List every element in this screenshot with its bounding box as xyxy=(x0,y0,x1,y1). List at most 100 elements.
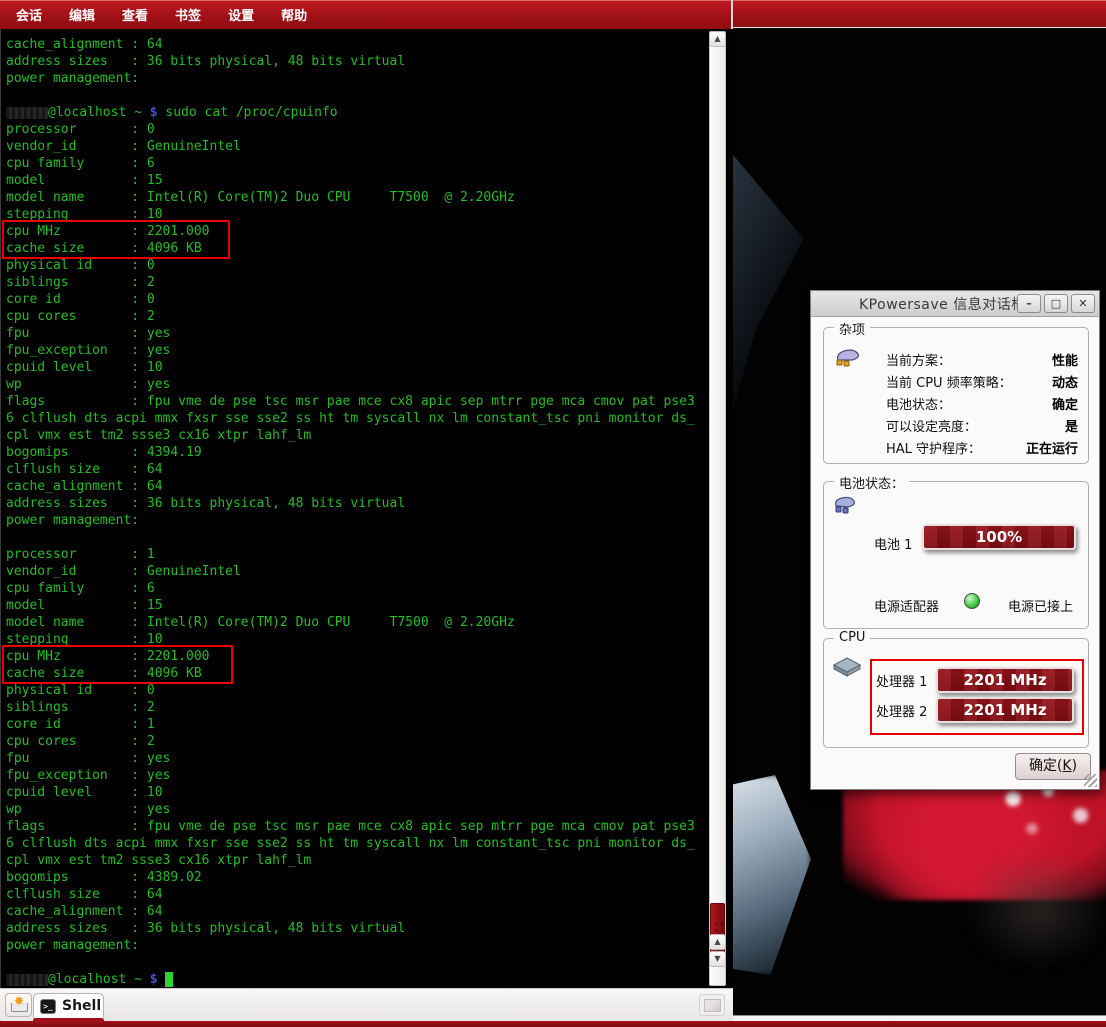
terminal-line: physical id : 0 xyxy=(6,682,704,699)
menu-item[interactable]: 编辑 xyxy=(69,5,95,24)
session-list-button[interactable] xyxy=(699,994,725,1016)
terminal-line: bogomips : 4394.19 xyxy=(6,444,704,461)
terminal-line: siblings : 2 xyxy=(6,699,704,716)
battery-group-title: 电池状态： xyxy=(834,473,909,492)
terminal-line: clflush size : 64 xyxy=(6,461,704,478)
resize-grip[interactable] xyxy=(1084,774,1097,787)
adapter-label: 电源适配器 xyxy=(874,596,939,615)
redacted-username xyxy=(6,974,48,986)
plug-icon xyxy=(832,346,862,370)
info-value: 性能 xyxy=(1052,350,1078,369)
kpowersave-dialog: KPowersave 信息对话框 – □ ✕ 杂项 当前方案：性能当前 CPU … xyxy=(810,290,1100,790)
info-label: 当前 CPU 频率策略： xyxy=(886,372,1012,391)
info-value: 正在运行 xyxy=(1026,438,1078,457)
menu-item[interactable]: 帮助 xyxy=(281,5,307,24)
terminal-line: cpu MHz : 2201.000 xyxy=(6,223,704,240)
ok-button[interactable]: 确定(K) xyxy=(1015,753,1091,780)
info-row: 可以设定亮度：是 xyxy=(886,414,1078,436)
menu-item[interactable]: 查看 xyxy=(122,5,148,24)
terminal-line: cpl vmx est tm2 ssse3 cx16 xtpr lahf_lm xyxy=(6,852,704,869)
scroll-up-icon[interactable]: ▲ xyxy=(709,934,726,950)
terminal-line xyxy=(6,87,704,104)
terminal-scrollbar[interactable]: ▲ ▲ ▼ xyxy=(709,31,726,986)
battery-plug-icon xyxy=(832,494,858,518)
terminal-line: @localhost ~ $ xyxy=(6,971,704,988)
terminal-line: clflush size : 64 xyxy=(6,886,704,903)
terminal-line: flags : fpu vme de pse tsc msr pae mce c… xyxy=(6,818,704,835)
terminal-line: @localhost ~ $ sudo cat /proc/cpuinfo xyxy=(6,104,704,121)
cpu-row: 处理器 22201 MHz xyxy=(876,695,1074,725)
menu-bar: 会话 编辑 查看 书签 设置 帮助 xyxy=(0,0,731,29)
close-button[interactable]: ✕ xyxy=(1071,294,1095,313)
info-label: 可以设定亮度： xyxy=(886,416,977,435)
terminal-line: cpu cores : 2 xyxy=(6,733,704,750)
menu-item[interactable]: 会话 xyxy=(16,5,42,24)
video-shape-slate xyxy=(733,143,818,443)
terminal-line: fpu : yes xyxy=(6,750,704,767)
terminal-line: fpu_exception : yes xyxy=(6,342,704,359)
terminal-line: model : 15 xyxy=(6,172,704,189)
terminal-line: cpu family : 6 xyxy=(6,155,704,172)
terminal-line: cpuid level : 10 xyxy=(6,359,704,376)
adapter-status: 电源已接上 xyxy=(1008,596,1073,615)
terminal-line: model name : Intel(R) Core(TM)2 Duo CPU … xyxy=(6,614,704,631)
session-list-icon xyxy=(704,999,721,1012)
terminal-line: cpuid level : 10 xyxy=(6,784,704,801)
terminal-line: cache size : 4096 KB xyxy=(6,665,704,682)
redacted-username xyxy=(6,107,48,119)
prompt-symbol: $ xyxy=(142,972,165,987)
terminal-line: bogomips : 4389.02 xyxy=(6,869,704,886)
info-label: 当前方案： xyxy=(886,350,951,369)
cpu-rows: 处理器 12201 MHz处理器 22201 MHz xyxy=(876,665,1074,725)
terminal-line: 6 clflush dts acpi mmx fxsr sse sse2 ss … xyxy=(6,835,704,852)
terminal-line: power management: xyxy=(6,512,704,529)
battery-gauge: 100% xyxy=(922,524,1076,550)
terminal-line: stepping : 10 xyxy=(6,631,704,648)
terminal-line: vendor_id : GenuineIntel xyxy=(6,138,704,155)
terminal-line: wp : yes xyxy=(6,801,704,818)
terminal-line: core id : 0 xyxy=(6,291,704,308)
terminal-line: processor : 1 xyxy=(6,546,704,563)
cpu-frequency-gauge: 2201 MHz xyxy=(936,667,1074,693)
minimize-button[interactable]: – xyxy=(1017,294,1041,313)
info-value: 确定 xyxy=(1052,394,1078,413)
menu-item[interactable]: 设置 xyxy=(228,5,254,24)
terminal-line: vendor_id : GenuineIntel xyxy=(6,563,704,580)
window-buttons: – □ ✕ xyxy=(1017,294,1095,313)
screen: 会话编辑查看书签设置帮助 cache_alignment : 64address… xyxy=(0,0,1106,1027)
terminal-line: fpu_exception : yes xyxy=(6,767,704,784)
terminal-line: flags : fpu vme de pse tsc msr pae mce c… xyxy=(6,393,704,410)
terminal-line: core id : 1 xyxy=(6,716,704,733)
scrollbar-track[interactable] xyxy=(709,31,726,986)
scroll-up-icon[interactable]: ▲ xyxy=(709,31,726,47)
cpu-chip-icon xyxy=(830,655,864,679)
terminal-line: cache_alignment : 64 xyxy=(6,36,704,53)
new-session-button[interactable]: ✸ xyxy=(5,993,32,1017)
terminal-body[interactable]: cache_alignment : 64address sizes : 36 b… xyxy=(0,29,733,988)
maximize-button[interactable]: □ xyxy=(1044,294,1068,313)
misc-rows: 当前方案：性能当前 CPU 频率策略：动态电池状态：确定可以设定亮度：是HAL … xyxy=(886,348,1078,458)
misc-group: 杂项 当前方案：性能当前 CPU 频率策略：动态电池状态：确定可以设定亮度：是H… xyxy=(823,327,1089,464)
terminal-line: cache_alignment : 64 xyxy=(6,903,704,920)
terminal-line: 6 clflush dts acpi mmx fxsr sse sse2 ss … xyxy=(6,410,704,427)
info-row: HAL 守护程序：正在运行 xyxy=(886,436,1078,458)
terminal-line xyxy=(6,954,704,971)
tab-shell[interactable]: >_ Shell xyxy=(33,993,104,1018)
terminal-window: 会话编辑查看书签设置帮助 cache_alignment : 64address… xyxy=(0,0,733,1027)
cpu-frequency-gauge: 2201 MHz xyxy=(936,697,1074,723)
terminal-line: fpu : yes xyxy=(6,325,704,342)
dialog-title: KPowersave 信息对话框 xyxy=(859,294,1026,314)
terminal-line: power management: xyxy=(6,70,704,87)
cpu-group: CPU 处理器 12201 MHz处理器 22201 MHz xyxy=(823,638,1089,748)
terminal-line: model name : Intel(R) Core(TM)2 Duo CPU … xyxy=(6,189,704,206)
battery-label: 电池 1 xyxy=(874,534,912,553)
tab-label: Shell xyxy=(62,998,101,1014)
cpu-label: 处理器 1 xyxy=(876,671,936,690)
terminal-line: address sizes : 36 bits physical, 48 bit… xyxy=(6,920,704,937)
terminal-cursor xyxy=(165,972,173,987)
cpu-group-title: CPU xyxy=(834,630,870,645)
info-row: 当前方案： 性能 xyxy=(886,348,1078,370)
info-row: 电池状态：确定 xyxy=(886,392,1078,414)
menu-item[interactable]: 书签 xyxy=(175,5,201,24)
scroll-down-icon[interactable]: ▼ xyxy=(709,951,726,967)
